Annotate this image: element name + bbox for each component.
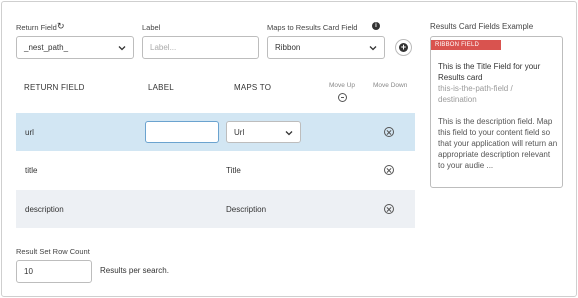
example-title-line-2: Results card — [438, 73, 483, 82]
header-maps-to: MAPS TO — [234, 83, 272, 92]
return-field-select[interactable]: _nest_path_ — [16, 36, 134, 59]
maps-to-value: Ribbon — [275, 43, 301, 52]
remove-row-icon[interactable] — [384, 204, 394, 214]
return-field-value: _nest_path_ — [24, 43, 69, 52]
info-icon[interactable]: i — [372, 22, 380, 30]
example-path-line-1: this-is-the-path-field / — [438, 84, 513, 93]
example-card-heading: Results Card Fields Example — [430, 22, 534, 31]
move-up-icon[interactable] — [338, 93, 347, 102]
table-row[interactable]: title Title — [16, 151, 415, 189]
row-count-input[interactable]: 10 — [16, 260, 92, 283]
row-count-label: Result Set Row Count — [16, 247, 90, 256]
maps-to-select[interactable]: Ribbon — [267, 36, 385, 59]
header-move-down: Move Down — [373, 82, 408, 89]
return-field-label: Return Field — [16, 23, 57, 32]
row-return-field: url — [25, 128, 34, 137]
example-desc-line: to your audie ... — [438, 161, 494, 170]
row-count-value: 10 — [24, 267, 33, 276]
refresh-icon[interactable]: ↻ — [57, 22, 65, 31]
example-title-line-1: This is the Title Field for your — [438, 62, 541, 71]
table-row[interactable]: url Url — [16, 113, 415, 151]
example-desc-line: this field to your content field so — [438, 128, 551, 137]
example-desc-line: This is the description field. Map — [438, 117, 553, 126]
chevron-down-icon — [118, 46, 126, 51]
remove-row-icon[interactable] — [384, 165, 394, 175]
table-row[interactable]: description Description — [16, 190, 415, 228]
remove-row-icon[interactable] — [384, 127, 394, 137]
example-desc-line: appropriate description relevant — [438, 150, 551, 159]
header-label: LABEL — [148, 83, 174, 92]
row-count-suffix: Results per search. — [100, 266, 169, 275]
results-card-example: RIBBON FIELD This is the Title Field for… — [430, 36, 563, 188]
chevron-down-icon — [369, 46, 377, 51]
label-input-placeholder: Label... — [150, 43, 177, 52]
example-path-line-2: destination — [438, 95, 477, 104]
row-maps-to: Description — [226, 205, 267, 214]
row-maps-to-select[interactable]: Url — [226, 121, 301, 143]
example-desc-line: that your application will return an — [438, 139, 558, 148]
row-label-input[interactable] — [145, 121, 219, 143]
ribbon-field: RIBBON FIELD — [431, 40, 501, 50]
row-maps-to: Title — [226, 166, 241, 175]
plus-circle-icon: + — [399, 42, 408, 52]
label-input[interactable]: Label... — [142, 36, 259, 59]
row-return-field: description — [25, 205, 64, 214]
row-maps-to-value: Url — [234, 128, 245, 137]
chevron-down-icon — [285, 131, 293, 136]
label-field-label: Label — [142, 23, 161, 32]
header-return-field: RETURN FIELD — [24, 83, 85, 92]
maps-to-label: Maps to Results Card Field — [267, 23, 358, 32]
add-field-button[interactable]: + — [395, 39, 412, 56]
header-move-up: Move Up — [329, 82, 356, 89]
row-return-field: title — [25, 166, 38, 175]
